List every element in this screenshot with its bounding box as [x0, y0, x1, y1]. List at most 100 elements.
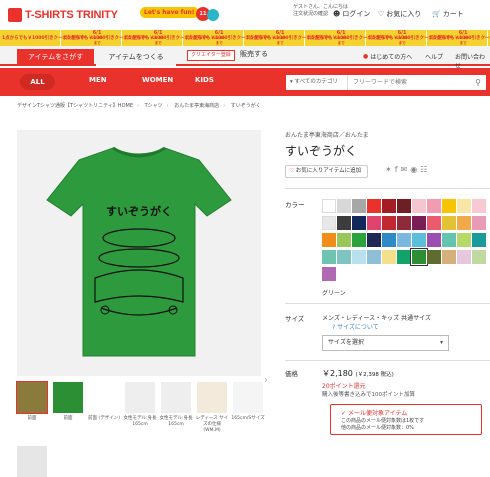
color-swatch[interactable] — [397, 233, 411, 247]
color-swatch[interactable] — [457, 216, 471, 230]
color-swatch[interactable] — [352, 233, 366, 247]
color-swatch[interactable] — [442, 199, 456, 213]
color-swatch[interactable] — [427, 199, 441, 213]
color-swatch[interactable] — [322, 199, 336, 213]
pinterest-icon[interactable]: ◉ — [410, 165, 420, 174]
color-swatch[interactable] — [367, 199, 381, 213]
color-swatch[interactable] — [412, 233, 426, 247]
color-swatch[interactable] — [322, 267, 336, 281]
size-select[interactable]: サイズを選択 ▾ — [322, 335, 449, 351]
color-swatch[interactable] — [352, 250, 366, 264]
nav-men[interactable]: MEN — [89, 76, 107, 84]
color-swatch[interactable] — [337, 250, 351, 264]
coupon-banner-cell[interactable]: 1点からでも￥1000引きクーポン配布中！6/123:59まで — [61, 30, 164, 46]
color-swatch[interactable] — [397, 216, 411, 230]
login-link[interactable]: ☻ ログイン — [333, 9, 370, 19]
twitter-icon[interactable]: ✶ — [385, 165, 395, 174]
info-icon: ● — [363, 53, 369, 60]
color-swatch[interactable] — [322, 216, 336, 230]
color-swatch[interactable] — [427, 250, 441, 264]
add-favorite-button[interactable]: ♡ お気に入りアイテムに追加 — [285, 165, 368, 178]
coupon-banner-cell[interactable]: 1点からでも￥1000引きクーポン配布中！6/123:59まで — [305, 30, 408, 46]
color-swatch[interactable] — [322, 233, 336, 247]
cart-link[interactable]: 🛒 カート — [432, 9, 464, 19]
color-swatch[interactable] — [367, 216, 381, 230]
thumbnail-image[interactable] — [17, 446, 47, 477]
thumbnail-image[interactable] — [125, 382, 155, 413]
heart-icon: ♡ — [378, 10, 385, 18]
color-swatch[interactable] — [457, 250, 471, 264]
thumbnail-image[interactable] — [197, 382, 227, 413]
color-swatch[interactable] — [427, 233, 441, 247]
creator-register-button[interactable]: クリエイター登録 — [187, 50, 235, 61]
thumbnail-label: 前面 — [63, 416, 73, 421]
color-swatch[interactable] — [472, 199, 486, 213]
search-icon[interactable]: ⚲ — [470, 75, 486, 90]
site-logo[interactable]: T-SHIRTS TRINITY — [8, 6, 118, 24]
color-swatch[interactable] — [412, 199, 426, 213]
breadcrumb-home[interactable]: デザインTシャツ通販【Tシャツトリニティ】HOME — [17, 103, 133, 109]
mail-delivery-line2: 他の商品のメール便対象数：0% — [341, 425, 414, 431]
color-swatch[interactable] — [472, 216, 486, 230]
share-icons[interactable]: ✶f✉◉☷ — [385, 165, 430, 174]
color-swatch[interactable] — [472, 250, 486, 264]
thumbnail-label: 165cm/Sサイズ — [231, 416, 265, 421]
color-swatch[interactable] — [442, 233, 456, 247]
coupon-banner-cell[interactable]: 1点からでも￥1000引きクーポン配布中！6/123:59まで — [244, 30, 347, 46]
breadcrumb-shop[interactable]: おんたま亭東海商店 — [174, 103, 219, 109]
color-swatch[interactable] — [382, 250, 396, 264]
coupon-banner-cell[interactable]: 1点からでも￥1000引きクーポン配布中！6/123:59まで — [366, 30, 469, 46]
color-swatch[interactable] — [457, 233, 471, 247]
color-swatch[interactable] — [427, 216, 441, 230]
favorites-link[interactable]: ♡ お気に入り — [378, 9, 421, 19]
color-swatch[interactable] — [337, 199, 351, 213]
tagline-badge: Let's have fun! — [140, 7, 199, 18]
color-swatch[interactable] — [457, 199, 471, 213]
thumbnail-image[interactable] — [89, 382, 119, 413]
color-swatch[interactable] — [367, 233, 381, 247]
coupon-banner-cell[interactable]: 1点からでも￥1000引きクーポン配布中！6/123:59まで — [183, 30, 286, 46]
color-swatch[interactable] — [382, 216, 396, 230]
thumbnail-image[interactable] — [233, 382, 263, 413]
color-swatch[interactable] — [397, 250, 411, 264]
nav-women[interactable]: WOMEN — [142, 76, 173, 84]
points-text: 20ポイント還元 — [322, 383, 366, 390]
nav-kids[interactable]: KIDS — [195, 76, 214, 84]
color-swatch[interactable] — [412, 216, 426, 230]
color-swatch[interactable] — [352, 216, 366, 230]
color-swatch[interactable] — [322, 250, 336, 264]
tab-search-items[interactable]: アイテムをさがす — [17, 49, 94, 66]
nav-all[interactable]: ALL — [20, 74, 55, 90]
tab-make-items[interactable]: アイテムをつくる — [96, 49, 176, 66]
color-swatch[interactable] — [337, 233, 351, 247]
color-swatch[interactable] — [367, 250, 381, 264]
thumbnail-image[interactable] — [16, 381, 48, 414]
coupon-banner-cell[interactable]: 1点からでも￥1000引きクーポン配布中！6/123:59まで — [427, 30, 490, 46]
product-title: すいぞうがく — [285, 144, 358, 158]
color-swatch[interactable] — [352, 199, 366, 213]
product-main-image[interactable]: すいぞうがく › — [17, 130, 268, 386]
breadcrumb-tshirt[interactable]: Tシャツ — [145, 103, 163, 109]
thumbnail-image[interactable] — [53, 382, 83, 413]
color-swatch[interactable] — [382, 233, 396, 247]
line-icon[interactable]: ✉ — [401, 165, 411, 174]
color-swatch[interactable] — [382, 199, 396, 213]
coupon-banner-cell[interactable]: 1点からでも￥1000引きクーポン配布中！6/123:59まで — [122, 30, 225, 46]
search-input[interactable] — [348, 75, 470, 90]
color-swatch[interactable] — [337, 216, 351, 230]
category-select[interactable]: ▾ すべてのカテゴリ — [286, 75, 348, 90]
color-swatch[interactable] — [442, 216, 456, 230]
thumbnail-image[interactable] — [161, 382, 191, 413]
color-swatch[interactable] — [397, 199, 411, 213]
guide-link[interactable]: ● はじめての方へ — [363, 52, 412, 61]
color-swatch[interactable] — [410, 248, 428, 266]
size-guide-link[interactable]: ? サイズについて — [332, 322, 379, 331]
color-swatch[interactable] — [442, 250, 456, 264]
coupon-banner[interactable]: 1点からでも￥1000引きクーポン配布中！ 6/1 23:59まで 1点からでも￥10… — [0, 30, 490, 46]
color-swatch[interactable] — [472, 233, 486, 247]
shop-name-link[interactable]: おんたま亭東海商店／おんたま — [285, 130, 369, 139]
sell-link[interactable]: 販売する — [240, 49, 268, 59]
help-link[interactable]: ヘルプ — [425, 52, 443, 61]
mail-icon[interactable]: ☷ — [420, 165, 430, 174]
coupon-banner-cell[interactable]: 1点からでも￥1000引きクーポン配布中！6/123:59まで — [0, 30, 103, 46]
